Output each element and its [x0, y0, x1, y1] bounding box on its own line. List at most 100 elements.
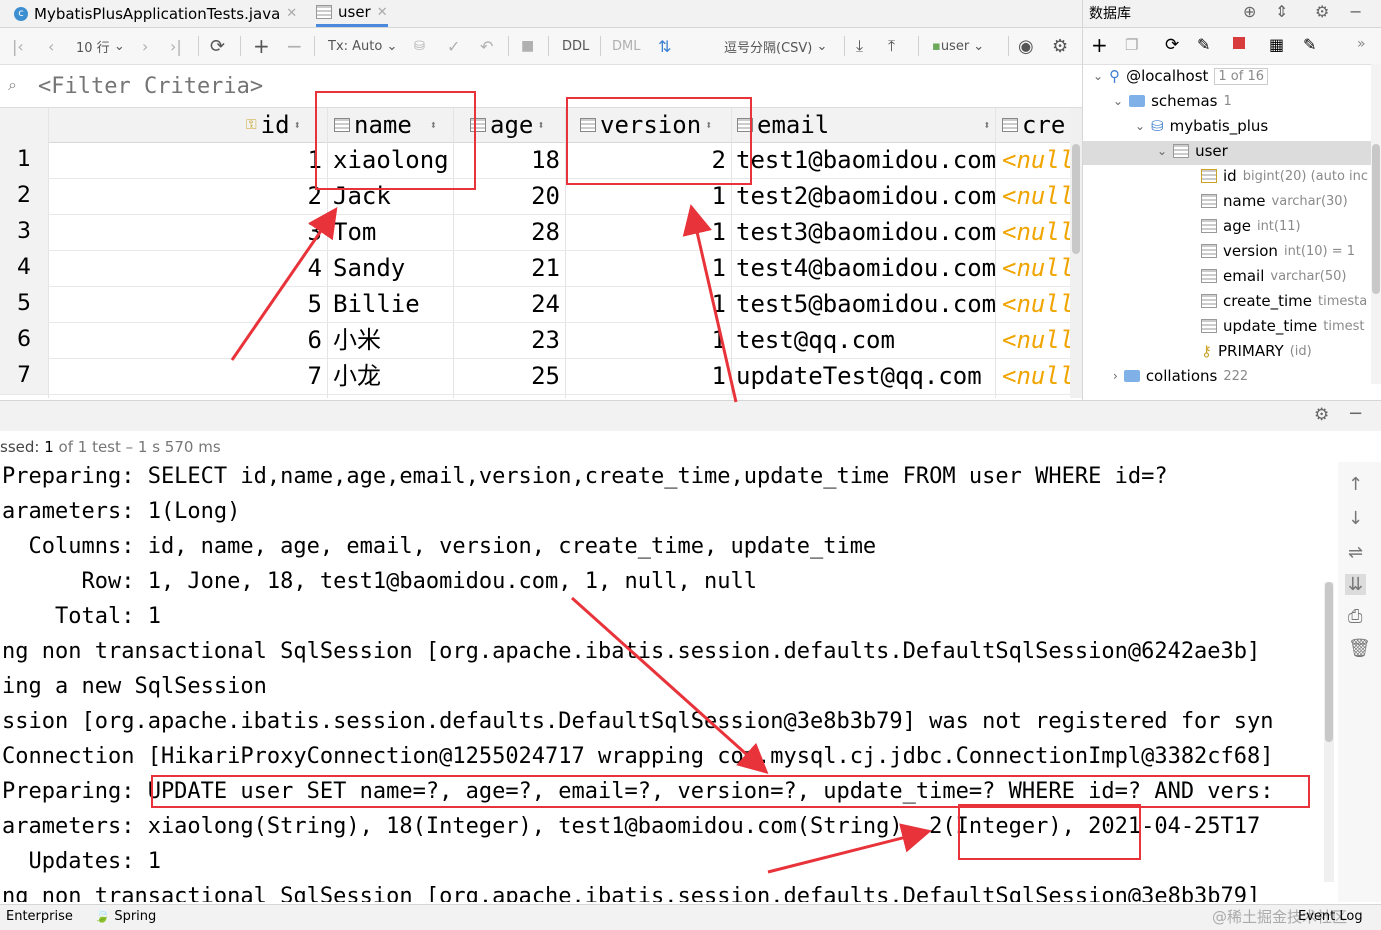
cell-id[interactable]: 3 — [250, 214, 322, 250]
minimize-icon[interactable]: − — [1349, 2, 1362, 21]
column-header-email[interactable]: email ⬍ — [737, 108, 990, 142]
cell-create[interactable]: <null — [1002, 178, 1070, 214]
schema-select[interactable]: ▪ user ⌄ — [932, 28, 984, 64]
cell-name[interactable]: Billie — [333, 286, 451, 322]
tree-node-column[interactable]: name varchar(30) — [1201, 192, 1348, 210]
refresh-icon[interactable]: ⟳ — [210, 28, 225, 64]
tab-test-class[interactable]: c MybatisPlusApplicationTests.java ✕ — [14, 0, 297, 27]
cell-create[interactable]: <null — [1002, 358, 1070, 394]
tree-node-column[interactable]: id bigint(20) (auto inc — [1201, 167, 1368, 185]
stop-icon[interactable]: ■ — [521, 28, 534, 64]
tools-icon[interactable]: ✎ — [1197, 35, 1210, 54]
event-log-button[interactable]: Event Log — [1298, 909, 1363, 924]
tree-node-table-user[interactable]: ⌄ user — [1157, 142, 1228, 160]
tree-node-column[interactable]: update_time timest — [1201, 317, 1365, 335]
compare-icon[interactable]: ⇅ — [658, 28, 671, 64]
cell-name[interactable]: Sandy — [333, 250, 451, 286]
cell-version[interactable]: 1 — [570, 286, 726, 322]
commit-icon[interactable]: ✓ — [447, 28, 460, 64]
cell-create[interactable]: <null — [1002, 214, 1070, 250]
tree-node-host[interactable]: ⌄ ⚲ @localhost 1 of 16 — [1093, 67, 1269, 85]
edit-icon[interactable]: ✎ — [1303, 35, 1316, 54]
add-row-icon[interactable]: + — [253, 28, 270, 64]
gear-icon[interactable]: ⚙ — [1314, 405, 1329, 425]
trash-icon[interactable]: 🗑 — [1348, 638, 1371, 659]
cell-create[interactable]: <null — [1002, 250, 1070, 286]
cell-version[interactable]: 1 — [570, 250, 726, 286]
tab-user[interactable]: user ✕ — [316, 0, 388, 27]
tree-node-column[interactable]: version int(10) = 1 — [1201, 242, 1355, 260]
enterprise-tab[interactable]: Enterprise — [6, 909, 73, 924]
minimize-icon[interactable]: − — [1348, 403, 1363, 424]
tree-node-column[interactable]: email varchar(50) — [1201, 267, 1346, 285]
upload-icon[interactable]: ⤒ — [888, 28, 895, 64]
close-icon[interactable]: ✕ — [377, 5, 388, 20]
cell-email[interactable]: test4@baomidou.com — [736, 250, 996, 286]
cell-email[interactable]: test2@baomidou.com — [736, 178, 996, 214]
next-page-icon[interactable]: › — [142, 28, 148, 64]
stop-icon[interactable] — [1233, 37, 1245, 49]
column-header-age[interactable]: age ⬍ — [470, 108, 545, 142]
tree-scrollbar[interactable] — [1371, 64, 1381, 384]
gear-icon[interactable]: ⚙ — [1315, 2, 1329, 21]
table-row[interactable]: 1 1 xiaolong 18 2 test1@baomidou.com <null — [0, 142, 1070, 179]
close-icon[interactable]: ✕ — [286, 6, 297, 21]
cell-email[interactable]: updateTest@qq.com — [736, 358, 994, 394]
grid-scrollbar[interactable] — [1070, 108, 1082, 398]
cell-age[interactable]: 25 — [458, 358, 560, 394]
cell-email[interactable]: test@qq.com — [736, 322, 994, 358]
cell-id[interactable]: 1 — [250, 142, 322, 178]
collapse-icon[interactable]: ⇕ — [1275, 2, 1288, 21]
cell-age[interactable]: 24 — [458, 286, 560, 322]
tree-node-schemas[interactable]: ⌄ schemas 1 — [1113, 92, 1232, 110]
table-row[interactable]: 7 7 小龙 25 1 updateTest@qq.com <null — [0, 358, 1070, 395]
dml-button[interactable]: DML — [612, 28, 640, 64]
cell-create[interactable]: <null — [1002, 286, 1070, 322]
export-format-select[interactable]: 逗号分隔(CSV) ⌄ — [724, 28, 827, 64]
cell-age[interactable]: 21 — [458, 250, 560, 286]
globe-icon[interactable]: ⊕ — [1243, 2, 1256, 21]
cell-id[interactable]: 7 — [250, 358, 322, 394]
cell-name[interactable]: Tom — [333, 214, 451, 250]
copy-icon[interactable]: ❐ — [1125, 36, 1138, 54]
cell-id[interactable]: 4 — [250, 250, 322, 286]
cell-id[interactable]: 6 — [250, 322, 322, 358]
table-row[interactable]: 2 2 Jack 20 1 test2@baomidou.com <null — [0, 178, 1070, 215]
cell-version[interactable]: 1 — [570, 358, 726, 394]
tree-node-primary-key[interactable]: ⚷ PRIMARY (id) — [1201, 342, 1312, 360]
download-icon[interactable]: ⤓ — [856, 28, 863, 64]
filter-input[interactable] — [36, 71, 1040, 101]
table-row[interactable]: 3 3 Tom 28 1 test3@baomidou.com <null — [0, 214, 1070, 251]
cell-email[interactable]: test5@baomidou.com — [736, 286, 996, 322]
table-row[interactable]: 6 6 小米 23 1 test@qq.com <null — [0, 322, 1070, 359]
db-icon[interactable]: ⛁ — [414, 28, 425, 64]
cell-name[interactable]: 小龙 — [333, 358, 451, 394]
table-row[interactable]: 4 4 Sandy 21 1 test4@baomidou.com <null — [0, 250, 1070, 287]
view-icon[interactable]: ◉ — [1018, 28, 1034, 64]
cell-create[interactable]: <null — [1002, 142, 1070, 178]
tree-node-column[interactable]: create_time timesta — [1201, 292, 1367, 310]
remove-row-icon[interactable]: − — [286, 28, 303, 64]
cell-id[interactable]: 2 — [250, 178, 322, 214]
ddl-button[interactable]: DDL — [562, 28, 589, 64]
soft-wrap-icon[interactable]: ⇌ — [1348, 542, 1363, 563]
tree-node-column[interactable]: age int(11) — [1201, 217, 1301, 235]
cell-age[interactable]: 23 — [458, 322, 560, 358]
cell-version[interactable]: 1 — [570, 322, 726, 358]
prev-page-icon[interactable]: ‹ — [48, 28, 54, 64]
cell-create[interactable]: <null — [1002, 322, 1070, 358]
spring-tab[interactable]: 🍃 Spring — [94, 909, 156, 924]
cell-email[interactable]: test1@baomidou.com — [736, 142, 996, 178]
cell-id[interactable]: 5 — [250, 286, 322, 322]
first-page-icon[interactable]: |‹ — [12, 28, 24, 64]
tree-node-collations[interactable]: › collations 222 — [1113, 367, 1248, 385]
tree-node-database[interactable]: ⌄ ⛁ mybatis_plus — [1135, 117, 1268, 135]
table-row[interactable]: 5 5 Billie 24 1 test5@baomidou.com <null — [0, 286, 1070, 323]
down-arrow-icon[interactable]: ↓ — [1348, 508, 1363, 529]
scroll-to-end-icon[interactable]: ⇊ — [1345, 574, 1367, 595]
last-page-icon[interactable]: ›| — [170, 28, 182, 64]
column-header-create-time[interactable]: cre — [1002, 108, 1065, 142]
rollback-icon[interactable]: ↶ — [480, 28, 493, 64]
cell-version[interactable]: 1 — [570, 214, 726, 250]
tx-mode-select[interactable]: Tx: Auto ⌄ — [328, 28, 397, 64]
